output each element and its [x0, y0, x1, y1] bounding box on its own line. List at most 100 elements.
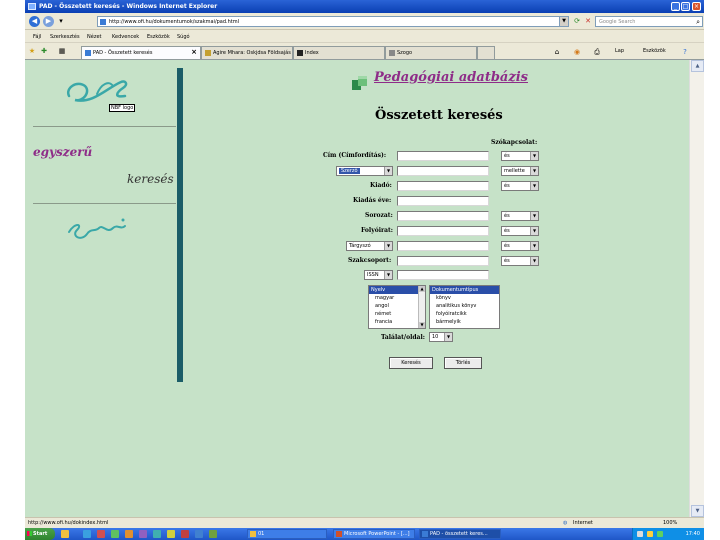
listbox-scrollbar[interactable]: ▲ ▼: [418, 286, 425, 328]
feed-icon[interactable]: ◉: [573, 48, 581, 56]
menu-help[interactable]: Súgó: [177, 34, 190, 40]
taskbar-item[interactable]: Microsoft PowerPoint - [...]: [333, 529, 415, 539]
series-operator-select[interactable]: és ▼: [501, 211, 539, 221]
maximize-button[interactable]: □: [681, 2, 690, 11]
list-item[interactable]: folyóiratcikk: [430, 310, 499, 318]
forward-button[interactable]: ▶: [43, 16, 54, 27]
help-icon[interactable]: ?: [681, 48, 689, 56]
list-item[interactable]: angol: [369, 302, 425, 310]
search-icon[interactable]: ⌕: [696, 18, 700, 26]
stop-icon[interactable]: ✕: [584, 17, 592, 25]
close-window-button[interactable]: ×: [692, 2, 701, 11]
menu-file[interactable]: Fájl: [33, 34, 41, 40]
chevron-down-icon[interactable]: ▾: [57, 17, 65, 25]
title-operator-select[interactable]: és ▼: [501, 151, 539, 161]
page-scrollbar[interactable]: ▲ ▼: [689, 60, 704, 517]
tab-pad[interactable]: PAD - Összetett keresés ×: [81, 46, 201, 59]
list-item[interactable]: bármelyik: [430, 318, 499, 326]
scroll-down-icon[interactable]: ▼: [419, 322, 425, 328]
issn-field-select[interactable]: ISSN ▼: [364, 270, 393, 280]
menu-view[interactable]: Nézet: [87, 34, 101, 40]
tray-icon[interactable]: [637, 531, 643, 537]
simple-search-link[interactable]: egyszerű: [33, 145, 92, 159]
back-button[interactable]: ◀: [29, 16, 40, 27]
tab-index[interactable]: Index: [293, 46, 385, 59]
author-operator-select[interactable]: mellette ▼: [501, 166, 539, 176]
quicklaunch-icon[interactable]: [139, 530, 147, 538]
tray-icon[interactable]: [647, 531, 653, 537]
quicklaunch-icon[interactable]: [83, 530, 91, 538]
results-per-page-select[interactable]: 10 ▼: [429, 332, 453, 342]
page-menu[interactable]: Lap: [615, 48, 624, 54]
zoom-level[interactable]: 100%: [663, 520, 677, 526]
journal-input[interactable]: [397, 226, 489, 236]
quicklaunch-icon[interactable]: [111, 530, 119, 538]
add-favorite-icon[interactable]: ✚: [40, 47, 48, 55]
list-item[interactable]: Dokumentumtípus: [430, 286, 499, 294]
scroll-up-icon[interactable]: ▲: [419, 286, 425, 292]
tab-szogo[interactable]: Szogo: [385, 46, 477, 59]
quicklaunch-icon[interactable]: [209, 530, 217, 538]
quicklaunch-icon[interactable]: [125, 530, 133, 538]
publisher-operator-select[interactable]: és ▼: [501, 181, 539, 191]
journal-operator-select[interactable]: és ▼: [501, 226, 539, 236]
year-input[interactable]: [397, 196, 489, 206]
search-input[interactable]: Google Search ⌕: [595, 16, 703, 27]
tab-list-icon[interactable]: ▦: [58, 47, 66, 55]
subject-field-select[interactable]: Tárgyszó ▼: [346, 241, 393, 251]
author-field-select[interactable]: Szerző ▼: [336, 166, 393, 176]
tray-icon[interactable]: [657, 531, 663, 537]
subject-input[interactable]: [397, 241, 489, 251]
new-tab-button[interactable]: [477, 46, 495, 59]
close-tab-icon[interactable]: ×: [191, 48, 197, 56]
quicklaunch-icon[interactable]: [181, 530, 189, 538]
taskbar-item[interactable]: PAD - összetett keres...: [419, 529, 501, 539]
ie-icon: [422, 531, 428, 537]
quicklaunch-icon[interactable]: [97, 530, 105, 538]
print-icon[interactable]: ⎙: [593, 48, 601, 56]
quicklaunch-icon[interactable]: [153, 530, 161, 538]
menu-bar: Fájl Szerkesztés Nézet Kedvencek Eszközö…: [25, 31, 704, 43]
list-item[interactable]: német: [369, 310, 425, 318]
title-input[interactable]: [397, 151, 489, 161]
subject-operator-select[interactable]: és ▼: [501, 241, 539, 251]
search-link[interactable]: keresés: [127, 172, 174, 186]
address-dropdown[interactable]: ▼: [559, 17, 568, 26]
subject-group-operator-select[interactable]: és ▼: [501, 256, 539, 266]
search-button[interactable]: Keresés: [389, 357, 433, 369]
home-icon[interactable]: ⌂: [553, 48, 561, 56]
quicklaunch-icon[interactable]: [61, 530, 69, 538]
series-input[interactable]: [397, 211, 489, 221]
list-item[interactable]: Nyelv: [369, 286, 425, 294]
language-listbox[interactable]: Nyelv magyar angol német francia ▲ ▼: [368, 285, 426, 329]
tools-menu[interactable]: Eszközök: [643, 48, 666, 54]
publisher-input[interactable]: [397, 181, 489, 191]
author-input[interactable]: [397, 166, 489, 176]
address-bar[interactable]: http://www.ofi.hu/dokumentumok/szakmai/p…: [97, 16, 569, 27]
clear-button[interactable]: Törlés: [444, 357, 482, 369]
taskbar-item[interactable]: 01: [247, 529, 327, 539]
database-title-link[interactable]: Pedagógiai adatbázis: [374, 70, 528, 85]
minimize-button[interactable]: _: [671, 2, 680, 11]
subject-group-input[interactable]: [397, 256, 489, 266]
refresh-icon[interactable]: ⟳: [573, 17, 581, 25]
browser-screen: PAD - Összetett keresés - Windows Intern…: [25, 0, 704, 540]
scroll-up-icon[interactable]: ▲: [691, 60, 704, 72]
chevron-down-icon: ▼: [530, 227, 538, 235]
scroll-down-icon[interactable]: ▼: [691, 505, 704, 517]
quicklaunch-icon[interactable]: [167, 530, 175, 538]
quicklaunch-icon[interactable]: [195, 530, 203, 538]
issn-input[interactable]: [397, 270, 489, 280]
menu-tools[interactable]: Eszközök: [147, 34, 170, 40]
list-item[interactable]: francia: [369, 318, 425, 326]
list-item[interactable]: analitikus könyv: [430, 302, 499, 310]
menu-favorites[interactable]: Kedvencek: [112, 34, 139, 40]
task-label: Microsoft PowerPoint - [...]: [344, 531, 410, 537]
doctype-listbox[interactable]: Dokumentumtípus könyv analitikus könyv f…: [429, 285, 500, 329]
list-item[interactable]: magyar: [369, 294, 425, 302]
start-button[interactable]: Start: [25, 528, 55, 540]
tab-agire[interactable]: Agire Mhara: Oskjdsa Földsajás: [201, 46, 293, 59]
star-icon[interactable]: ★: [28, 47, 36, 55]
list-item[interactable]: könyv: [430, 294, 499, 302]
menu-edit[interactable]: Szerkesztés: [50, 34, 80, 40]
